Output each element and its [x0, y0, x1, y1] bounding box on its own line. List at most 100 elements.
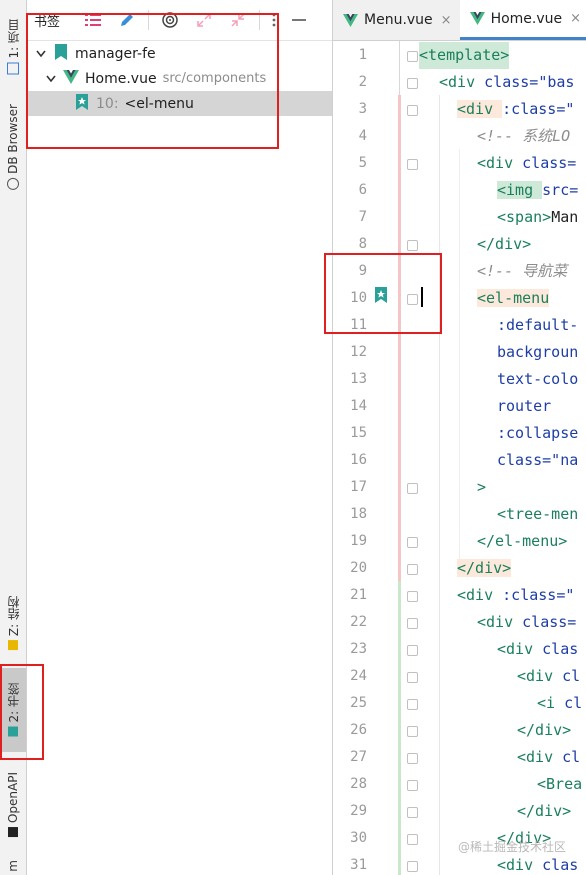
tab-project[interactable]: 1: 项目: [0, 8, 26, 86]
fold-marker-icon[interactable]: [407, 537, 418, 548]
db-icon: [7, 177, 19, 190]
line-number: 14: [350, 398, 367, 414]
code-line-13: text-colo: [497, 370, 579, 388]
code-line-18: <tree-men: [497, 505, 579, 523]
api-icon: [8, 827, 18, 838]
line-number: 23: [350, 641, 367, 657]
fold-marker-icon[interactable]: [407, 159, 418, 170]
line-number: 15: [350, 425, 367, 441]
code-line-27: <div cl: [517, 748, 581, 766]
line-number: 1: [358, 47, 367, 63]
fold-marker-icon[interactable]: [407, 753, 418, 764]
tab-openapi[interactable]: OpenAPI: [0, 762, 26, 848]
line-number: 29: [350, 803, 367, 819]
fold-marker-icon[interactable]: [407, 240, 418, 251]
code-line-9: <!-- 导航菜: [477, 262, 568, 280]
change-marker: [398, 581, 401, 875]
close-icon[interactable]: ×: [570, 11, 581, 26]
line-number: 27: [350, 749, 367, 765]
code-line-31: <div clas: [497, 856, 579, 874]
fold-marker-icon[interactable]: [407, 564, 418, 575]
code-line-19: </el-menu>: [477, 532, 568, 550]
code-line-8: </div>: [477, 235, 532, 253]
annotation-box: [26, 13, 279, 149]
line-number: 26: [350, 722, 367, 738]
line-number: 25: [350, 695, 367, 711]
code-area[interactable]: <template> <div class="bas <div :class="…: [419, 41, 586, 875]
fold-marker-icon[interactable]: [407, 105, 418, 116]
line-number: 22: [350, 614, 367, 630]
change-marker: [398, 95, 401, 581]
minimize-icon[interactable]: [284, 0, 314, 40]
fold-marker-icon[interactable]: [407, 834, 418, 845]
code-line-7: <span>Man: [497, 208, 579, 226]
fold-marker-icon[interactable]: [407, 780, 418, 791]
code-line-22: <div class=: [477, 613, 577, 631]
tab-structure[interactable]: Z: 结构: [0, 588, 26, 658]
line-number: 20: [350, 560, 367, 576]
fold-marker-icon[interactable]: [407, 726, 418, 737]
code-line-12: backgroun: [497, 343, 579, 361]
fold-marker-icon[interactable]: [407, 807, 418, 818]
code-line-21: <div :class=": [457, 586, 575, 604]
line-number: 8: [358, 236, 367, 252]
code-line-10: <el-menu: [477, 289, 550, 307]
code-line-6: <img src=: [497, 181, 579, 199]
code-line-29: </div>: [517, 802, 572, 820]
code-line-2: <div class="bas: [439, 73, 575, 91]
fold-marker-icon[interactable]: [407, 618, 418, 629]
line-number: 13: [350, 371, 367, 387]
line-number: 16: [350, 452, 367, 468]
fold-marker-icon[interactable]: [407, 78, 418, 89]
line-number: 7: [358, 209, 367, 225]
line-number: 31: [350, 857, 367, 873]
line-number: 24: [350, 668, 367, 684]
fold-marker-icon[interactable]: [407, 483, 418, 494]
project-icon: [7, 62, 19, 75]
annotation-box: [0, 664, 44, 760]
code-line-14: router: [497, 397, 552, 415]
watermark: @稀土掘金技术社区: [457, 840, 566, 854]
code-line-3: <div :class=": [457, 100, 575, 118]
code-line-28: <Brea: [537, 775, 583, 793]
code-line-25: <i cl: [537, 694, 583, 712]
line-number: 30: [350, 830, 367, 846]
line-number: 2: [358, 74, 367, 90]
editor-tabs: Menu.vue × Home.vue ×: [333, 0, 586, 41]
code-line-17: >: [477, 478, 487, 496]
fold-marker-icon[interactable]: [407, 861, 418, 872]
close-icon[interactable]: ×: [441, 13, 452, 28]
fold-marker-icon[interactable]: [407, 699, 418, 710]
tab-misc[interactable]: m: [0, 856, 26, 875]
code-line-15: :collapse: [497, 424, 579, 442]
line-number: 5: [358, 155, 367, 171]
code-line-23: <div clas: [497, 640, 579, 658]
code-line-5: <div class=: [477, 154, 577, 172]
code-line-26: </div>: [517, 721, 572, 739]
tab-home-vue[interactable]: Home.vue ×: [459, 0, 586, 40]
line-number: 19: [350, 533, 367, 549]
line-number: 18: [350, 506, 367, 522]
fold-marker-icon[interactable]: [407, 672, 418, 683]
vue-file-icon: [469, 12, 485, 25]
fold-marker-icon[interactable]: [407, 591, 418, 602]
line-number: 4: [358, 128, 367, 144]
line-number: 12: [350, 344, 367, 360]
fold-marker-icon[interactable]: [407, 51, 418, 62]
annotation-box: [324, 253, 442, 334]
line-number: 6: [358, 182, 367, 198]
fold-marker-icon[interactable]: [407, 645, 418, 656]
code-line-11: :default-: [497, 316, 579, 334]
line-number: 17: [350, 479, 367, 495]
line-number: 21: [350, 587, 367, 603]
vue-file-icon: [343, 13, 358, 27]
code-line-20: </div>: [457, 559, 512, 577]
line-number: 3: [358, 101, 367, 117]
tab-db-browser[interactable]: DB Browser: [0, 96, 26, 198]
tab-menu-vue[interactable]: Menu.vue ×: [333, 0, 460, 40]
code-line-16: class="na: [497, 451, 579, 469]
code-editor: Menu.vue × Home.vue × <template> <div cl…: [333, 0, 586, 875]
code-line-24: <div cl: [517, 667, 581, 685]
code-line-4: <!-- 系统LO: [477, 127, 571, 145]
line-number: 28: [350, 776, 367, 792]
